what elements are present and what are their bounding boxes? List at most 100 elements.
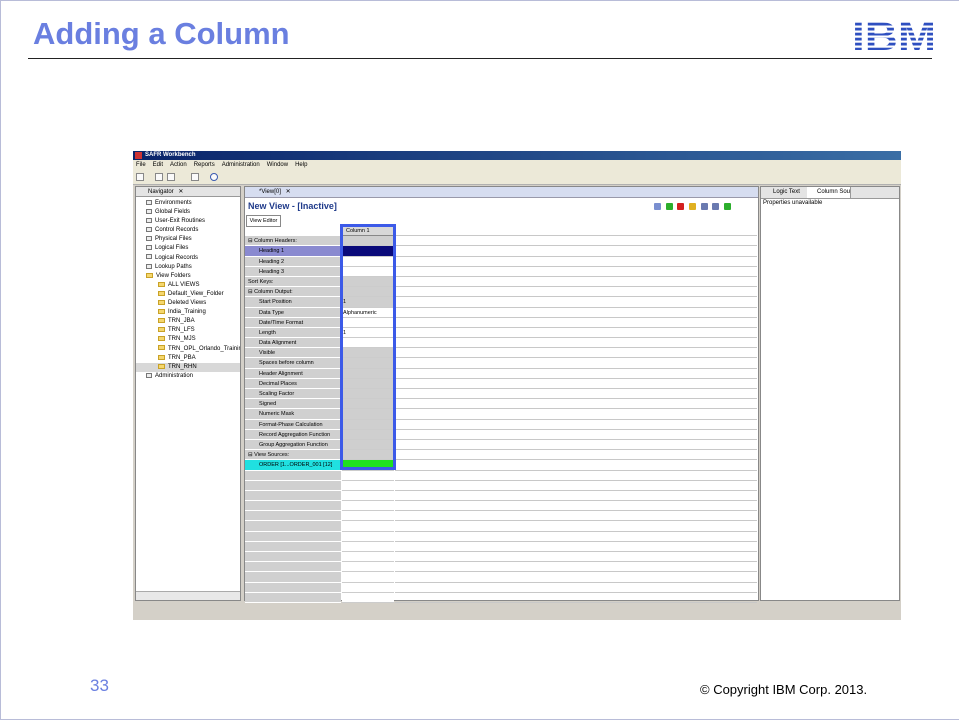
row-label[interactable]: Group Aggregation Function	[245, 439, 341, 451]
help-icon[interactable]	[210, 173, 218, 181]
row-label[interactable]: ⊟ Column Output:	[245, 287, 341, 298]
navigator-item[interactable]: TRN_PBA	[136, 354, 240, 363]
column-1-cell[interactable]	[342, 409, 394, 420]
navigator-item[interactable]: Logical Records	[136, 254, 240, 263]
row-label[interactable]: Record Aggregation Function	[245, 429, 341, 440]
grid-empty-cells	[395, 593, 757, 603]
column-1-cell[interactable]	[342, 246, 394, 257]
navigator-item[interactable]: Default_View_Folder	[136, 290, 240, 299]
menu-file[interactable]: File	[136, 162, 146, 168]
menu-administration[interactable]: Administration	[222, 162, 260, 168]
navigator-item[interactable]: TRN_JBA	[136, 317, 240, 326]
save-all-icon[interactable]	[167, 173, 175, 181]
column-1-header[interactable]: Column 1	[342, 226, 394, 236]
column-1-cell[interactable]	[342, 429, 394, 440]
column-1-cell[interactable]	[342, 236, 394, 247]
row-label[interactable]: Start Position	[245, 297, 341, 308]
row-label[interactable]: Length	[245, 327, 341, 339]
column-1-cell[interactable]	[342, 450, 394, 461]
navigator-item[interactable]: Logical Files	[136, 244, 240, 253]
row-label[interactable]: Format-Phase Calculation	[245, 419, 341, 430]
column-1-cell[interactable]	[342, 287, 394, 298]
move-right-icon[interactable]	[712, 203, 720, 210]
column-1-cell[interactable]	[342, 266, 394, 277]
row-label[interactable]: Heading 1	[245, 246, 341, 257]
navigator-item[interactable]: TRN_MJS	[136, 335, 240, 344]
row-label[interactable]: Visible	[245, 348, 341, 359]
tab-view-editor[interactable]: *View[0] ✕	[245, 187, 758, 198]
column-1-cell[interactable]	[342, 439, 394, 451]
menu-help[interactable]: Help	[295, 162, 307, 168]
column-1-cell[interactable]: 1	[342, 297, 394, 308]
row-label[interactable]: Heading 2	[245, 256, 341, 267]
navigator-item[interactable]: View Folders	[136, 272, 240, 281]
column-1-cell[interactable]	[342, 358, 394, 369]
add-column-icon[interactable]	[665, 203, 673, 210]
row-label[interactable]: Decimal Places	[245, 378, 341, 389]
tab-column-source[interactable]: Column Sou	[807, 187, 852, 198]
properties-status: Properties unavailable	[763, 200, 823, 206]
navigator-item[interactable]: Physical Files	[136, 235, 240, 244]
delete-column-icon[interactable]	[677, 203, 685, 210]
column-1-cell[interactable]	[342, 389, 394, 400]
navigator-item[interactable]: Lookup Paths	[136, 263, 240, 272]
menu-reports[interactable]: Reports	[194, 162, 215, 168]
row-label[interactable]: Sort Keys:	[245, 276, 341, 288]
column-1-cell[interactable]	[342, 419, 394, 430]
row-label[interactable]: Signed	[245, 399, 341, 410]
horizontal-scrollbar[interactable]	[136, 591, 240, 600]
move-left-icon[interactable]	[700, 203, 708, 210]
edit-column-icon[interactable]	[689, 203, 697, 210]
column-1-cell[interactable]	[342, 256, 394, 267]
row-label[interactable]: Header Alignment	[245, 368, 341, 379]
menu-window[interactable]: Window	[267, 162, 288, 168]
save-icon[interactable]	[155, 173, 163, 181]
row-label[interactable]: Data Type	[245, 307, 341, 318]
row-label[interactable]: ⊟ View Sources:	[245, 450, 341, 461]
navigator-item[interactable]: Control Records	[136, 226, 240, 235]
edit-icon[interactable]	[191, 173, 199, 181]
close-icon[interactable]: ✕	[178, 189, 183, 195]
menu-edit[interactable]: Edit	[153, 162, 163, 168]
row-label[interactable]: Spaces before column	[245, 358, 341, 369]
row-label-text: Format-Phase Calculation	[259, 421, 323, 428]
row-label[interactable]: Data Alignment	[245, 338, 341, 349]
column-1-cell[interactable]	[342, 460, 394, 471]
row-label[interactable]: Scaling Factor	[245, 389, 341, 400]
row-label[interactable]: Date/Time Format	[245, 317, 341, 328]
navigator-item[interactable]: Administration	[136, 372, 240, 381]
column-1-cell[interactable]	[342, 317, 394, 328]
column-1-cell[interactable]	[342, 368, 394, 379]
navigator-item-label: TRN_JBA	[168, 318, 195, 325]
column-1-cell[interactable]	[342, 378, 394, 389]
row-label[interactable]: Numeric Mask	[245, 409, 341, 420]
column-1-cell[interactable]: Alphanumeric	[342, 307, 394, 318]
menu-action[interactable]: Action	[170, 162, 187, 168]
navigator-item[interactable]: Environments	[136, 199, 240, 208]
navigator-item[interactable]: TRN_LFS	[136, 326, 240, 335]
navigator-item[interactable]: Deleted Views	[136, 299, 240, 308]
run-icon[interactable]	[724, 203, 732, 210]
navigator-item[interactable]: TRN_RHN	[136, 362, 240, 372]
tab-navigator[interactable]: Navigator ✕	[136, 187, 240, 197]
grid-empty-cells	[395, 501, 757, 512]
new-icon[interactable]	[136, 173, 144, 181]
navigator-item[interactable]: TRN_OPL_Orlando_Trainir	[136, 345, 240, 354]
navigator-item[interactable]: ALL VIEWS	[136, 281, 240, 290]
row-label[interactable]: ⊟ Column Headers:	[245, 236, 341, 247]
properties-icon[interactable]	[654, 203, 661, 210]
navigator-item[interactable]: India_Training	[136, 308, 240, 317]
row-label[interactable]: ORDER [1...ORDER_001 [12]	[245, 460, 341, 471]
row-label	[245, 470, 341, 481]
navigator-item[interactable]: User-Exit Routines	[136, 217, 240, 226]
close-icon[interactable]: ✕	[286, 189, 291, 195]
navigator-item[interactable]: Global Fields	[136, 208, 240, 217]
column-1-cell[interactable]	[342, 348, 394, 359]
row-label[interactable]: Heading 3	[245, 266, 341, 277]
column-1-cell[interactable]: 1	[342, 327, 394, 339]
tab-logic-text[interactable]: Logic Text	[763, 187, 800, 198]
slide-title: Adding a Column	[33, 16, 290, 51]
column-1-cell[interactable]	[342, 338, 394, 349]
column-1-cell[interactable]	[342, 276, 394, 288]
column-1-cell[interactable]	[342, 399, 394, 410]
